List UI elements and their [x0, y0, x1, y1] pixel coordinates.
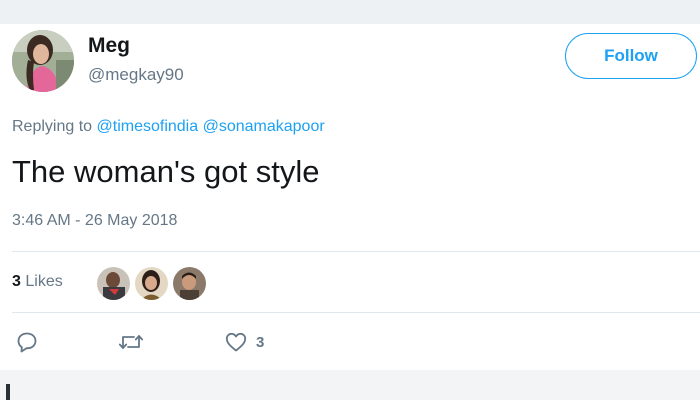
like-button[interactable]: 3: [224, 330, 264, 354]
author-handle[interactable]: @megkay90: [88, 65, 184, 85]
follow-button[interactable]: Follow: [565, 33, 697, 79]
replying-to: Replying to @timesofindia @sonamakapoor: [12, 118, 325, 136]
page-edge-marker: [6, 384, 10, 400]
divider: [12, 251, 700, 252]
liker-avatar-icon: [173, 267, 206, 300]
likes-number: 3: [12, 273, 21, 290]
likes-label: Likes: [25, 273, 63, 290]
mention-link[interactable]: @sonamakapoor: [203, 118, 325, 135]
mention-link[interactable]: @timesofindia: [97, 118, 199, 135]
liker-avatar-2[interactable]: [134, 266, 169, 301]
likes-count[interactable]: 3 Likes: [12, 273, 63, 291]
liker-avatar-3[interactable]: [172, 266, 207, 301]
author-name[interactable]: Meg: [88, 34, 130, 58]
page-background-bottom: [0, 370, 700, 400]
like-count: 3: [256, 333, 265, 351]
retweet-button[interactable]: [118, 330, 144, 354]
liker-avatar-icon: [135, 267, 168, 300]
retweet-icon: [118, 335, 144, 349]
liker-avatar-icon: [97, 267, 130, 300]
reply-icon: [17, 332, 37, 353]
tweet-text: The woman's got style: [12, 154, 320, 189]
tweet-card: Meg @megkay90 Follow Replying to @timeso…: [0, 24, 700, 370]
divider: [12, 312, 700, 313]
page-background-top: [0, 0, 700, 24]
tweet-timestamp[interactable]: 3:46 AM - 26 May 2018: [12, 212, 177, 230]
author-avatar[interactable]: [12, 30, 74, 92]
profile-photo-icon: [12, 30, 74, 92]
liker-avatar-1[interactable]: [96, 266, 131, 301]
heart-icon: [225, 332, 247, 352]
replying-prefix: Replying to: [12, 118, 93, 135]
reply-button[interactable]: [15, 330, 39, 354]
